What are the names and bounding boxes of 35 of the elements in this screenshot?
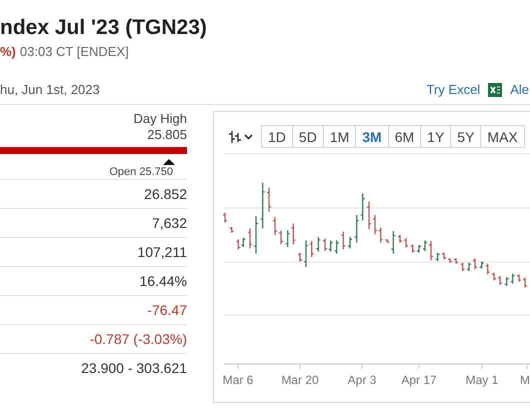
axis-label: Apr 3 — [348, 373, 376, 387]
stat-value: 26.852 — [144, 186, 187, 202]
period-tab[interactable]: 3M — [356, 125, 389, 148]
period-tab[interactable]: 1D — [261, 125, 293, 148]
axis-label: M — [520, 373, 530, 387]
bar-chart-icon — [228, 130, 242, 144]
spreadsheet-icon[interactable] — [488, 83, 502, 97]
day-high-value: 25.805 — [147, 127, 187, 143]
axis-label: May 1 — [466, 373, 498, 387]
open-marker-icon — [163, 159, 175, 165]
toolbar-link[interactable]: Try Excel — [426, 82, 480, 98]
chart-type-button[interactable] — [228, 130, 253, 144]
axis-label: Mar 6 — [222, 373, 254, 387]
stat-value: 7,632 — [152, 215, 187, 231]
toolbar-link[interactable]: Ale — [510, 82, 529, 98]
period-tab[interactable]: 1M — [324, 125, 356, 148]
stat-value: -76.47 — [147, 302, 187, 318]
axis-label: Mar 20 — [281, 373, 319, 387]
quote-time: 03:03 CT [ENDEX] — [20, 44, 129, 59]
period-tab[interactable]: MAX — [481, 125, 525, 148]
period-tab[interactable]: 1Y — [421, 125, 452, 148]
period-tab[interactable]: 5D — [292, 125, 324, 148]
period-tab[interactable]: 6M — [388, 125, 422, 148]
day-high-label: Day High — [134, 111, 187, 127]
price-change: %) — [0, 44, 16, 59]
period-tab[interactable]: 5Y — [451, 125, 482, 148]
quote-date: hu, Jun 1st, 2023 — [0, 82, 100, 98]
stat-value: 23.900 - 303.621 — [81, 360, 187, 376]
stat-value: 107,211 — [137, 244, 187, 260]
caret-icon — [244, 134, 253, 140]
axis-label: Apr 17 — [401, 373, 437, 387]
stat-value: 16.44% — [140, 273, 187, 289]
page-title: ndex Jul '23 (TGN23) — [0, 16, 208, 40]
stat-value: -0.787 (-3.03%) — [90, 331, 187, 347]
open-label: Open 25.750 — [109, 165, 173, 179]
